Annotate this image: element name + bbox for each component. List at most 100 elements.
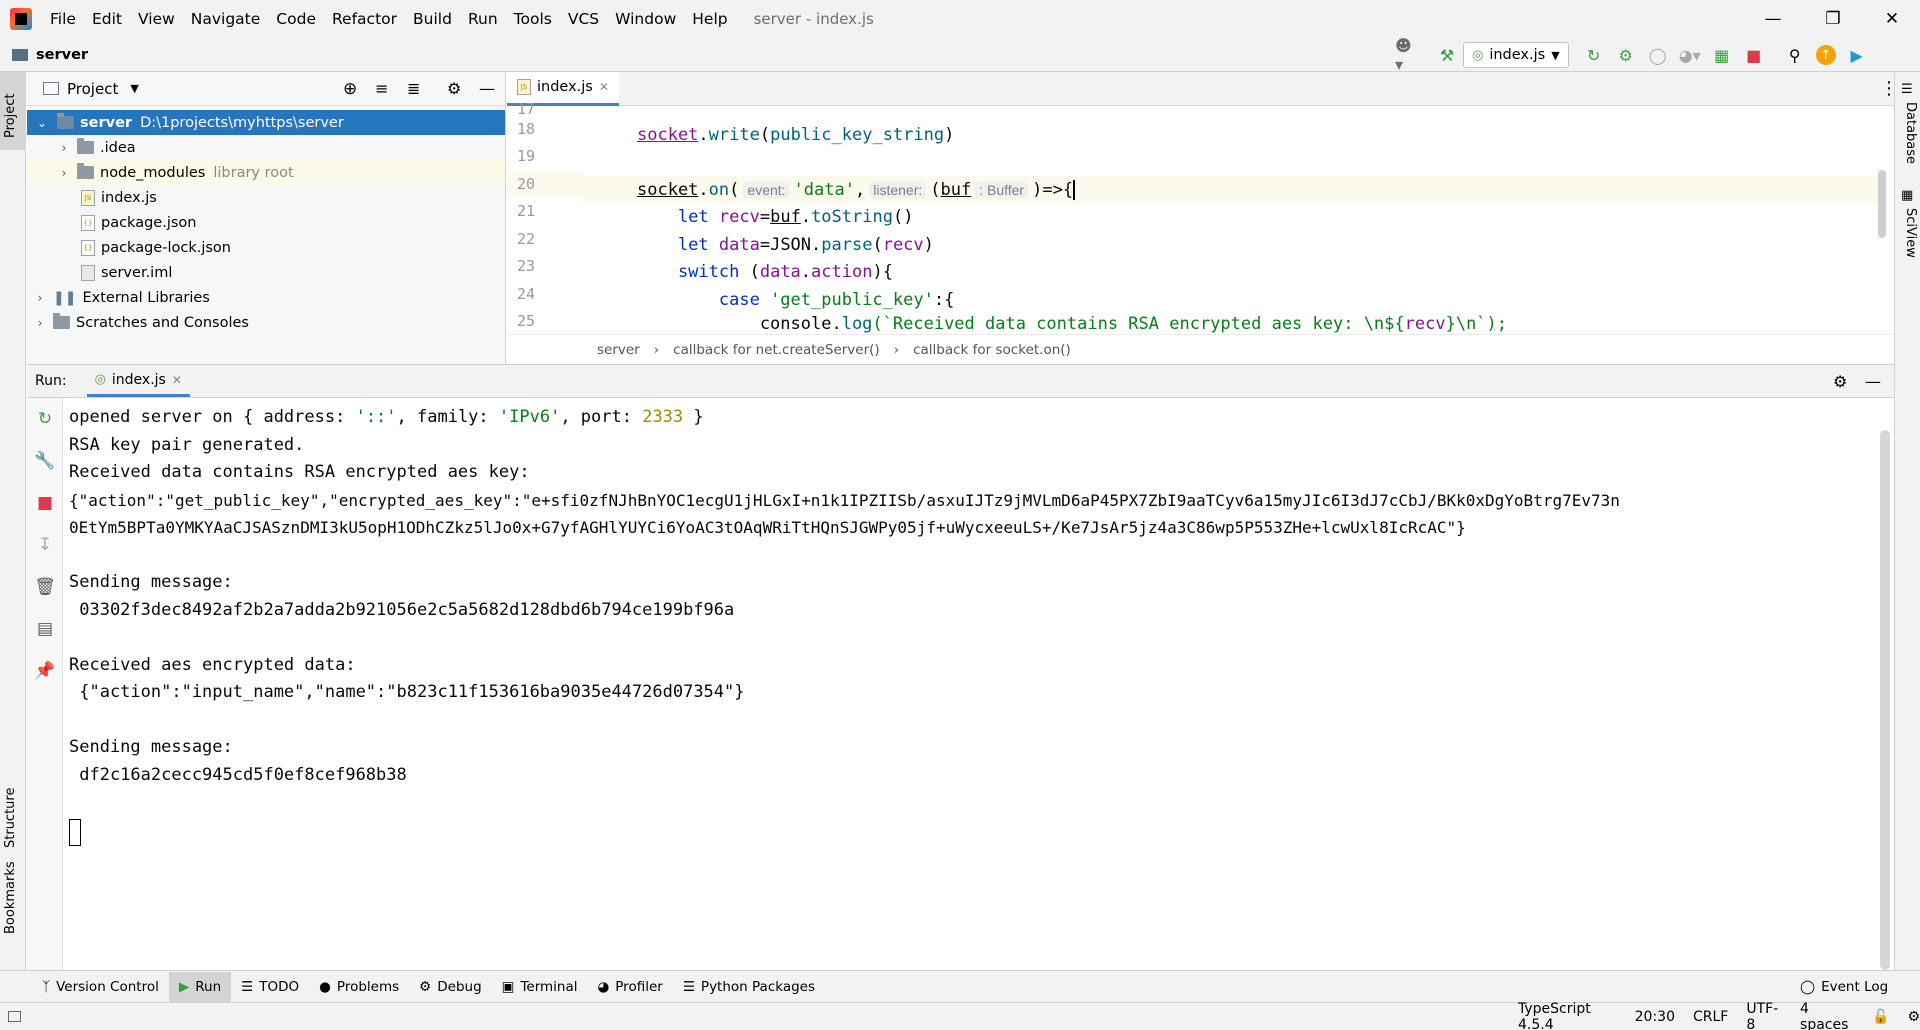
- memory-indicator-icon[interactable]: ⚙: [1907, 1009, 1920, 1025]
- menu-refactor[interactable]: Refactor: [324, 0, 405, 38]
- tool-event-log[interactable]: ◯ Event Log: [1790, 972, 1898, 1002]
- tool-label: Python Packages: [700, 978, 815, 995]
- structure-stripe-label[interactable]: Structure: [3, 788, 18, 848]
- search-icon[interactable]: ⚲: [1784, 44, 1806, 66]
- tool-version-control[interactable]: ᛉ Version Control: [32, 972, 169, 1002]
- tool-run[interactable]: ▶ Run: [168, 971, 232, 1002]
- locate-icon[interactable]: ⊕: [343, 79, 357, 99]
- console-text: , family:: [396, 407, 499, 427]
- run-config-selector[interactable]: ◎ index.js ▼: [1463, 42, 1569, 68]
- bookmarks-stripe-label[interactable]: Bookmarks: [3, 861, 18, 934]
- editor-scrollbar[interactable]: [1878, 170, 1886, 238]
- rerun-icon[interactable]: ↻: [1583, 44, 1605, 66]
- menu-file[interactable]: File: [42, 0, 84, 38]
- scroll-to-end-icon[interactable]: ↧: [27, 524, 63, 566]
- project-view-title[interactable]: Project: [67, 80, 118, 98]
- update-icon[interactable]: ↑: [1815, 45, 1836, 65]
- tree-item-server[interactable]: ⌄ server D:\1projects\myhttps\server: [27, 110, 505, 135]
- attach-icon[interactable]: ▦: [1711, 44, 1733, 66]
- menu-vcs[interactable]: VCS: [560, 0, 607, 38]
- token: =: [759, 207, 771, 228]
- tree-item-package-json[interactable]: {} package.json: [27, 210, 505, 235]
- database-stripe-label[interactable]: Database: [1903, 102, 1918, 164]
- status-language[interactable]: TypeScript 4.5.4: [1518, 1001, 1617, 1030]
- tool-profiler[interactable]: ◕ Profiler: [588, 972, 673, 1002]
- coverage-icon[interactable]: ◯: [1647, 44, 1669, 66]
- menu-tools[interactable]: Tools: [506, 0, 560, 38]
- status-caret-position[interactable]: 20:30: [1635, 1009, 1675, 1025]
- project-breadcrumb[interactable]: server: [36, 47, 88, 63]
- more-options-icon[interactable]: ⋮: [1880, 78, 1898, 99]
- menu-run[interactable]: Run: [460, 0, 506, 38]
- tool-label: Profiler: [615, 978, 663, 995]
- status-line-separator[interactable]: CRLF: [1693, 1009, 1728, 1025]
- restore-icon[interactable]: ❐: [1805, 0, 1861, 38]
- collapse-all-icon[interactable]: ≣: [407, 79, 420, 98]
- stop-icon[interactable]: ■: [27, 482, 63, 524]
- chevron-right-icon[interactable]: ›: [55, 166, 73, 180]
- breadcrumb-item[interactable]: callback for net.createServer(): [673, 342, 880, 358]
- pin-icon[interactable]: 📌: [27, 650, 63, 692]
- console-scrollbar[interactable]: [1880, 430, 1890, 970]
- lock-icon[interactable]: 🔓: [1872, 1009, 1889, 1025]
- menu-code[interactable]: Code: [268, 0, 324, 38]
- toggle-tool-windows-icon[interactable]: [8, 1011, 21, 1022]
- layout-icon[interactable]: ▤: [27, 608, 63, 650]
- chevron-right-icon[interactable]: ›: [31, 291, 49, 305]
- tool-debug[interactable]: ⚙ Debug: [409, 972, 492, 1002]
- run-tab-index-js[interactable]: ◎ index.js ✕: [86, 365, 190, 397]
- tree-item-path: D:\1projects\myhttps\server: [140, 114, 344, 131]
- menu-help[interactable]: Help: [684, 0, 735, 38]
- menu-window[interactable]: Window: [607, 0, 684, 38]
- project-stripe-label[interactable]: Project: [3, 94, 18, 138]
- tree-item-package-lock-json[interactable]: {} package-lock.json: [27, 235, 505, 260]
- tree-item-index-js[interactable]: JS index.js: [27, 185, 505, 210]
- tool-window-bar: ᛉ Version Control ▶ Run ☰ TODO ● Problems ⚙ D…: [0, 970, 1920, 1002]
- tree-item-label: .idea: [100, 139, 136, 156]
- hide-icon[interactable]: —: [1865, 372, 1881, 391]
- menu-navigate[interactable]: Navigate: [183, 0, 269, 38]
- expand-all-icon[interactable]: ≡: [375, 79, 388, 98]
- trash-icon[interactable]: 🗑: [27, 566, 63, 608]
- status-encoding[interactable]: UTF-8: [1746, 1001, 1782, 1030]
- tool-python-packages[interactable]: ☰ Python Packages: [673, 972, 825, 1002]
- tree-item-node-modules[interactable]: › node_modules library root: [27, 160, 505, 185]
- sciview-stripe-label[interactable]: SciView: [1903, 208, 1918, 258]
- tree-item-external-libraries[interactable]: › ❚❚ External Libraries: [27, 285, 505, 310]
- stop-icon[interactable]: ■: [1743, 44, 1765, 66]
- menu-build[interactable]: Build: [405, 0, 460, 38]
- menu-edit[interactable]: Edit: [84, 0, 130, 38]
- rerun-icon[interactable]: ↻: [27, 398, 63, 440]
- profile-icon[interactable]: ◕▾: [1679, 44, 1701, 66]
- gear-icon[interactable]: ⚙: [1833, 372, 1847, 391]
- chevron-down-icon: ▼: [1551, 48, 1560, 62]
- breadcrumb-item[interactable]: server: [597, 342, 640, 358]
- chevron-right-icon[interactable]: ›: [55, 141, 73, 155]
- tool-todo[interactable]: ☰ TODO: [231, 972, 309, 1002]
- close-tab-icon[interactable]: ✕: [172, 373, 182, 387]
- jetbrains-toolbox-icon[interactable]: ▶: [1846, 44, 1868, 66]
- chevron-right-icon[interactable]: ›: [31, 316, 49, 330]
- menu-view[interactable]: View: [130, 0, 183, 38]
- wrench-icon[interactable]: 🔧: [27, 440, 63, 482]
- hide-icon[interactable]: —: [479, 79, 495, 98]
- build-hammer-icon[interactable]: ⚒: [1436, 44, 1458, 66]
- debug-icon[interactable]: ⚙: [1615, 44, 1637, 66]
- status-indent[interactable]: 4 spaces: [1800, 1001, 1854, 1030]
- breadcrumb-item[interactable]: callback for socket.on(): [913, 342, 1071, 358]
- tool-terminal[interactable]: ▣ Terminal: [492, 972, 588, 1002]
- tree-item-server-iml[interactable]: server.iml: [27, 260, 505, 285]
- tool-problems[interactable]: ● Problems: [309, 972, 409, 1002]
- close-tab-icon[interactable]: ✕: [599, 80, 609, 94]
- gear-icon[interactable]: ⚙: [447, 79, 461, 98]
- console-output[interactable]: opened server on { address: '::', family…: [63, 398, 1878, 970]
- chevron-down-icon[interactable]: ▼: [130, 82, 138, 95]
- tree-item-idea[interactable]: › .idea: [27, 135, 505, 160]
- code-editor[interactable]: socket. write(public_key_string) socket. o…: [583, 106, 1883, 334]
- chevron-down-icon[interactable]: ⌄: [33, 116, 51, 130]
- tree-item-scratches[interactable]: › Scratches and Consoles: [27, 310, 505, 335]
- minimize-icon[interactable]: —: [1745, 0, 1801, 38]
- close-icon[interactable]: ✕: [1864, 0, 1920, 38]
- user-icon[interactable]: ☻▾: [1395, 36, 1417, 74]
- token: (: [729, 179, 740, 200]
